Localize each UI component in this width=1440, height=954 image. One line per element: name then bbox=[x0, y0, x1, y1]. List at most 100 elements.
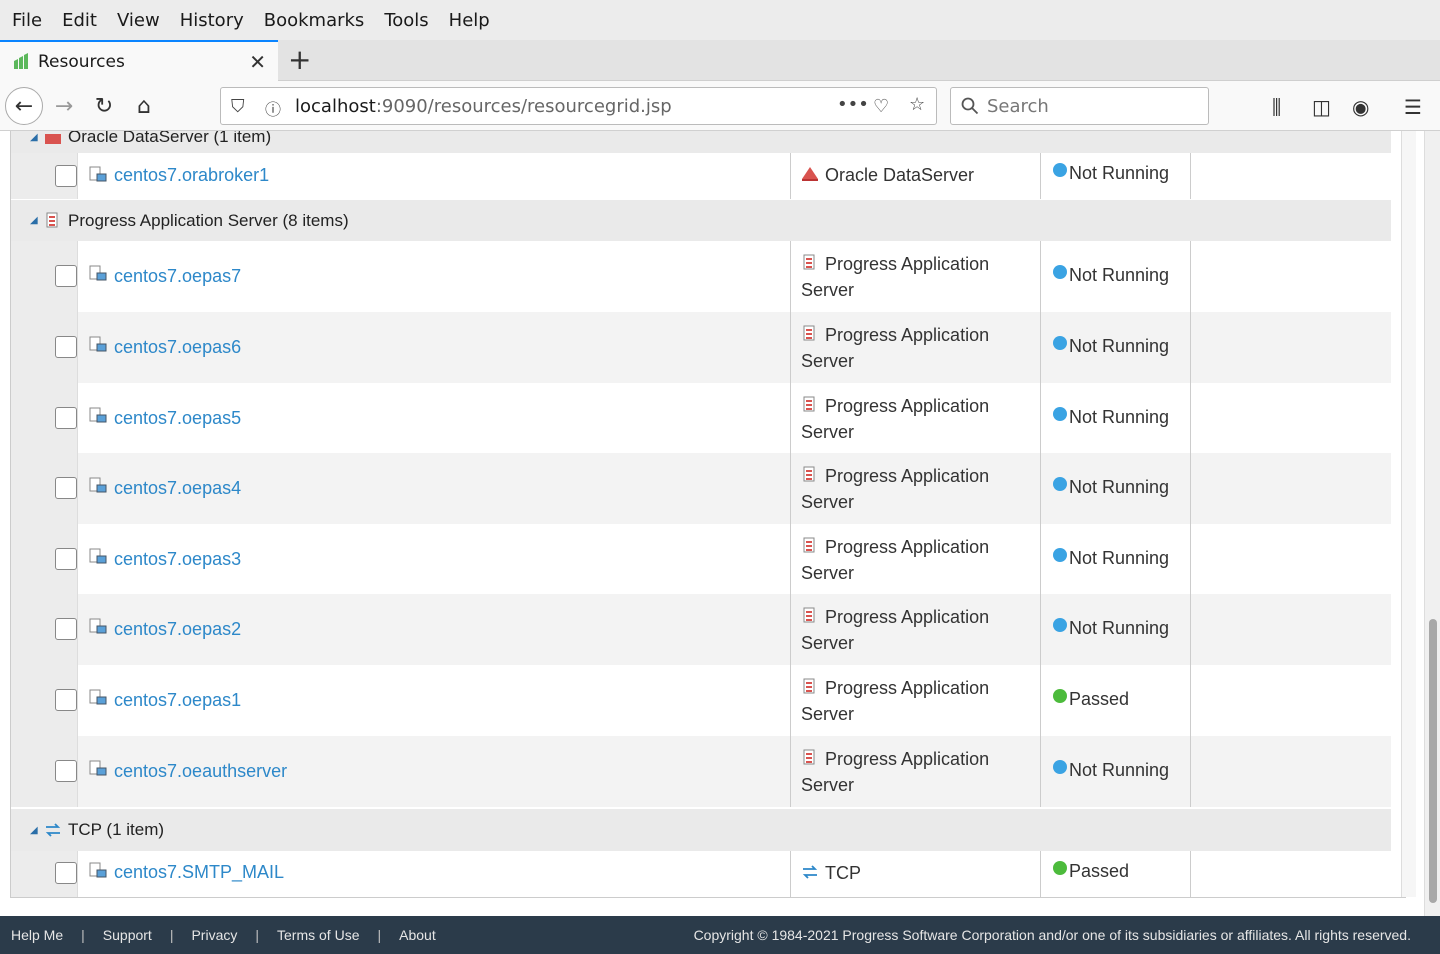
status-not-running-icon bbox=[1053, 406, 1067, 421]
footer-separator: | bbox=[169, 927, 174, 943]
row-checkbox[interactable] bbox=[55, 265, 77, 287]
row-checkbox[interactable] bbox=[55, 618, 77, 640]
resource-node-icon bbox=[89, 760, 107, 776]
resource-type: Progress Application Server bbox=[801, 325, 990, 371]
resource-type: Oracle DataServer bbox=[801, 162, 1001, 188]
resource-link[interactable]: centos7.oepas5 bbox=[114, 408, 241, 429]
tab-bar: Resources ✕ + bbox=[0, 40, 1440, 81]
resource-node-icon bbox=[89, 166, 107, 182]
menu-file[interactable]: File bbox=[2, 10, 52, 31]
table-row: centos7.oepas5 Progress Application Serv… bbox=[11, 383, 1391, 453]
table-row: centos7.oepas2 Progress Application Serv… bbox=[11, 594, 1391, 665]
footer-link-support[interactable]: Support bbox=[103, 927, 152, 943]
pas-type-icon bbox=[803, 537, 815, 553]
resource-link[interactable]: centos7.oeauthserver bbox=[114, 761, 287, 782]
row-checkbox[interactable] bbox=[55, 548, 77, 570]
pocket-icon[interactable]: ♡ bbox=[873, 96, 889, 117]
row-checkbox[interactable] bbox=[55, 689, 77, 711]
grid-scrollbar[interactable] bbox=[1401, 131, 1416, 897]
reload-icon[interactable]: ↻ bbox=[86, 88, 122, 124]
footer-link-about[interactable]: About bbox=[399, 927, 436, 943]
status-not-running-icon bbox=[1053, 335, 1067, 350]
table-row: centos7.oepas1 Progress Application Serv… bbox=[11, 665, 1391, 736]
resource-node-icon bbox=[89, 618, 107, 634]
footer-link-terms[interactable]: Terms of Use bbox=[277, 927, 359, 943]
row-checkbox[interactable] bbox=[55, 336, 77, 358]
page-scrollbar-thumb[interactable] bbox=[1429, 619, 1437, 903]
status-not-running-icon bbox=[1053, 759, 1067, 774]
footer-separator: | bbox=[255, 927, 260, 943]
resource-link[interactable]: centos7.oepas6 bbox=[114, 337, 241, 358]
tracking-shield-icon[interactable]: ⛉ bbox=[231, 96, 245, 117]
footer-link-help-me[interactable]: Help Me bbox=[11, 927, 63, 943]
tab-resources[interactable]: Resources ✕ bbox=[0, 40, 278, 81]
resource-link[interactable]: centos7.oepas4 bbox=[114, 478, 241, 499]
home-icon[interactable]: ⌂ bbox=[126, 88, 162, 124]
group-header-tcp[interactable]: ◢ TCP (1 item) bbox=[11, 809, 1391, 851]
tab-close-icon[interactable]: ✕ bbox=[249, 50, 266, 74]
menu-help[interactable]: Help bbox=[439, 10, 500, 31]
menu-view[interactable]: View bbox=[107, 10, 170, 31]
row-checkbox[interactable] bbox=[55, 165, 77, 187]
group-header-oracle[interactable]: ◢ Oracle DataServer (1 item) bbox=[11, 131, 1391, 153]
resource-link[interactable]: centos7.oepas3 bbox=[114, 549, 241, 570]
menu-edit[interactable]: Edit bbox=[52, 10, 107, 31]
resource-node-icon bbox=[89, 477, 107, 493]
menu-tools[interactable]: Tools bbox=[374, 10, 438, 31]
page-actions-icon[interactable]: ••• bbox=[837, 94, 869, 115]
footer-links: Help Me | Support | Privacy | Terms of U… bbox=[11, 927, 436, 943]
footer: Help Me | Support | Privacy | Terms of U… bbox=[0, 916, 1440, 954]
table-row: centos7.oepas7 Progress Application Serv… bbox=[11, 241, 1391, 312]
group-title: Oracle DataServer (1 item) bbox=[68, 131, 272, 146]
new-tab-icon[interactable]: + bbox=[288, 44, 311, 76]
resource-link[interactable]: centos7.oepas1 bbox=[114, 690, 241, 711]
hamburger-menu-icon[interactable]: ☰ bbox=[1404, 95, 1422, 119]
forward-icon[interactable]: → bbox=[46, 88, 82, 124]
resource-type: Progress Application Server bbox=[801, 254, 990, 300]
account-icon[interactable]: ◉ bbox=[1352, 95, 1369, 119]
status-badge: Passed bbox=[1053, 688, 1129, 710]
resource-link[interactable]: centos7.oepas7 bbox=[114, 266, 241, 287]
search-input[interactable] bbox=[987, 95, 1187, 117]
sidebar-icon[interactable]: ◫ bbox=[1312, 95, 1331, 119]
search-field[interactable] bbox=[950, 87, 1209, 125]
resource-type: Progress Application Server bbox=[801, 537, 990, 583]
url-bar[interactable]: ⛉ ⓘ localhost:9090/resources/resourcegri… bbox=[220, 87, 937, 125]
collapse-toggle-icon[interactable]: ◢ bbox=[30, 132, 44, 143]
group-header-pas[interactable]: ◢ Progress Application Server (8 items) bbox=[11, 200, 1391, 241]
status-not-running-icon bbox=[1053, 547, 1067, 562]
page-content: ◢ Oracle DataServer (1 item) centos7.ora… bbox=[0, 131, 1440, 916]
tcp-type-icon bbox=[802, 865, 818, 879]
menu-bookmarks[interactable]: Bookmarks bbox=[254, 10, 375, 31]
footer-link-privacy[interactable]: Privacy bbox=[191, 927, 237, 943]
tab-title: Resources bbox=[38, 51, 125, 72]
collapse-toggle-icon[interactable]: ◢ bbox=[30, 215, 44, 226]
status-badge: Not Running bbox=[1053, 162, 1169, 184]
collapse-toggle-icon[interactable]: ◢ bbox=[30, 825, 44, 836]
progress-favicon-icon bbox=[14, 52, 28, 69]
site-info-icon[interactable]: ⓘ bbox=[265, 96, 281, 120]
pas-server-icon bbox=[46, 212, 58, 227]
page-scrollbar[interactable] bbox=[1424, 131, 1440, 916]
row-checkbox[interactable] bbox=[55, 477, 77, 499]
status-badge: Not Running bbox=[1053, 406, 1169, 428]
nav-bar: ← → ↻ ⌂ ⛉ ⓘ localhost:9090/resources/res… bbox=[0, 81, 1440, 131]
resource-link[interactable]: centos7.orabroker1 bbox=[114, 165, 269, 186]
menu-history[interactable]: History bbox=[170, 10, 254, 31]
back-icon[interactable]: ← bbox=[5, 87, 43, 125]
resource-link[interactable]: centos7.oepas2 bbox=[114, 619, 241, 640]
group-title: TCP (1 item) bbox=[68, 820, 165, 839]
row-checkbox[interactable] bbox=[55, 760, 77, 782]
resource-grid: ◢ Oracle DataServer (1 item) centos7.ora… bbox=[10, 131, 1416, 898]
library-icon[interactable]: ⫼ bbox=[1272, 95, 1281, 119]
status-badge: Not Running bbox=[1053, 476, 1169, 498]
footer-separator: | bbox=[81, 927, 85, 943]
status-not-running-icon bbox=[1053, 476, 1067, 491]
bookmark-star-icon[interactable]: ☆ bbox=[909, 94, 925, 115]
status-not-running-icon bbox=[1053, 264, 1067, 279]
row-checkbox[interactable] bbox=[55, 862, 77, 884]
resource-link[interactable]: centos7.SMTP_MAIL bbox=[114, 862, 284, 883]
group-title: Progress Application Server (8 items) bbox=[68, 210, 349, 230]
resource-node-icon bbox=[89, 336, 107, 352]
row-checkbox[interactable] bbox=[55, 407, 77, 429]
